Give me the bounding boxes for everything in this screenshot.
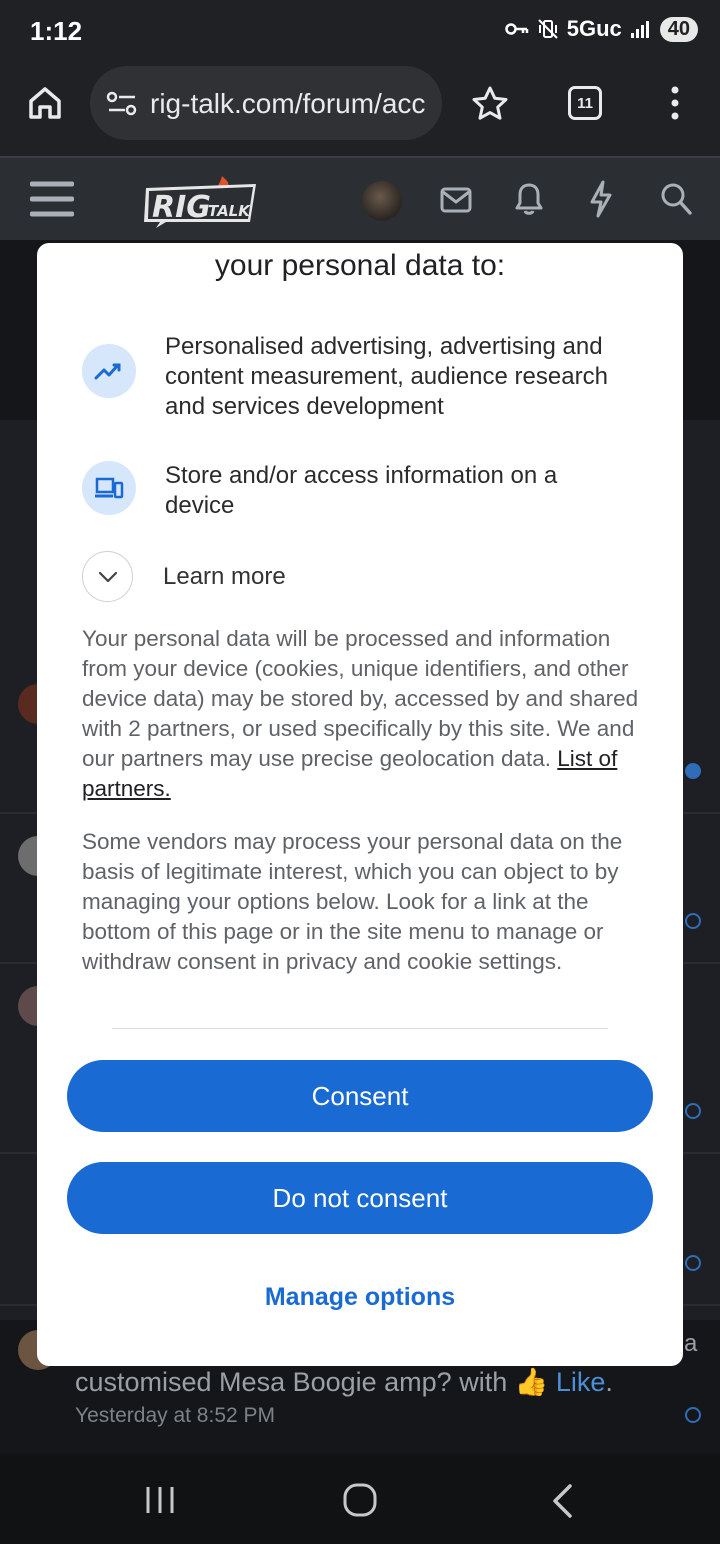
manage-options-button[interactable]: Manage options [67,1267,653,1327]
more-vert-icon[interactable] [664,84,686,124]
rig-talk-logo: RIG TALK [144,176,256,228]
status-bar: 1:12 5Guc 40 [0,0,720,64]
unread-dot-icon [685,763,701,779]
post-timestamp: Yesterday at 8:52 PM [75,1404,276,1427]
post-snippet: customised Mesa Boogie amp? with [75,1367,508,1397]
background-text: a [684,1330,698,1357]
legitimate-interest-paragraph: Some vendors may process your personal d… [82,829,623,974]
read-dot-icon [685,1103,701,1119]
home-button-icon[interactable] [342,1482,378,1518]
battery-indicator: 40 [659,16,698,42]
learn-more-toggle[interactable] [82,551,133,602]
vibrate-mute-icon [538,19,558,39]
browser-toolbar: rig-talk.com/forum/acc 11 [0,64,720,156]
home-icon[interactable] [26,84,64,122]
bell-icon[interactable] [514,182,544,216]
user-avatar[interactable] [362,181,402,221]
network-label: 5Guc [566,16,622,41]
search-icon[interactable] [660,182,692,216]
background-post-text: customised Mesa Boogie amp? with 👍 Like. [75,1366,613,1398]
mail-icon[interactable] [440,187,472,213]
site-settings-icon[interactable] [106,90,138,118]
hamburger-menu-icon[interactable] [30,180,74,218]
recent-apps-icon[interactable] [144,1484,176,1516]
address-bar[interactable]: rig-talk.com/forum/acc [90,66,442,140]
system-nav-bar [0,1454,720,1544]
bolt-icon[interactable] [588,180,614,218]
like-link[interactable]: Like [556,1367,606,1397]
back-icon[interactable] [550,1484,574,1518]
screen: 1:12 5Guc 40 rig-talk.com/forum/acc 11 R… [0,0,720,1544]
consent-dialog: your personal data to: Personalised adve… [37,243,683,1366]
read-dot-icon [685,1407,701,1423]
tab-switcher-button[interactable]: 11 [568,86,602,120]
status-icons: 5Guc 40 [504,16,698,42]
dialog-divider [112,1028,608,1029]
site-header: RIG TALK [0,156,720,240]
url-text[interactable]: rig-talk.com/forum/acc [150,88,430,120]
devices-icon [82,461,136,515]
purpose-label-storage: Store and/or access information on a dev… [165,462,558,519]
signal-icon [630,21,649,38]
purpose-label-advertising: Personalised advertising, advertising an… [165,333,608,420]
read-dot-icon [685,913,701,929]
read-dot-icon [685,1255,701,1271]
vpn-key-icon [504,23,528,35]
do-not-consent-button[interactable]: Do not consent [67,1162,653,1234]
dialog-heading: your personal data to: [214,249,506,282]
learn-more-label[interactable]: Learn more [163,563,286,591]
chevron-down-icon [98,571,117,582]
consent-button[interactable]: Consent [67,1060,653,1132]
trend-chart-icon [82,344,136,398]
thumbs-up-icon: 👍 [514,1367,549,1397]
processing-paragraph: Your personal data will be processed and… [82,624,652,804]
period: . [605,1367,613,1397]
site-logo[interactable]: RIG TALK [140,174,258,228]
processing-text: Your personal data will be processed and… [82,626,639,771]
svg-text:RIG: RIG [152,190,211,225]
status-time: 1:12 [30,16,83,46]
svg-text:TALK: TALK [208,202,251,220]
bookmark-star-icon[interactable] [470,84,510,124]
